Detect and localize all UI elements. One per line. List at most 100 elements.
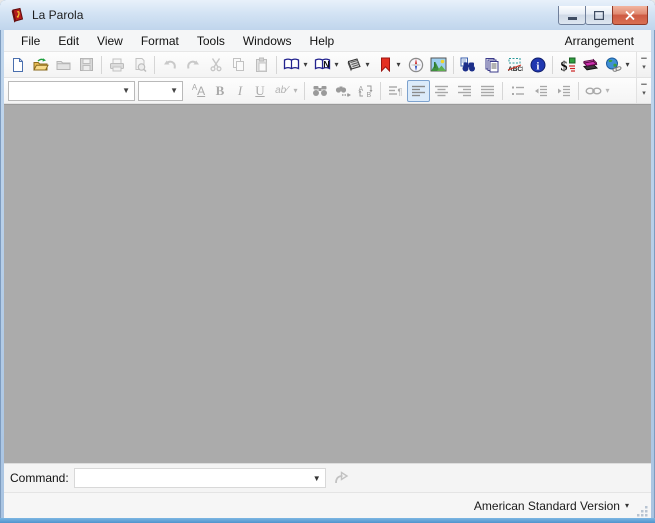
web-link-button[interactable]: [602, 54, 625, 76]
svg-text:B: B: [367, 92, 372, 98]
paste-button[interactable]: [250, 54, 273, 76]
resize-grip[interactable]: [635, 504, 649, 518]
maximize-icon: [594, 11, 604, 20]
books-button[interactable]: [579, 54, 602, 76]
increase-indent-button[interactable]: [552, 80, 575, 102]
close-icon: [625, 11, 635, 20]
menu-file[interactable]: File: [12, 31, 49, 51]
minimize-button[interactable]: [558, 6, 586, 25]
abcd-spelling-button[interactable]: ABCD: [503, 54, 526, 76]
bible-text-dropdown[interactable]: ▾: [301, 60, 310, 69]
decrease-indent-button[interactable]: [529, 80, 552, 102]
save-icon: [79, 57, 94, 72]
align-center-button[interactable]: [430, 80, 453, 102]
print-preview-button[interactable]: [128, 54, 151, 76]
info-button[interactable]: i: [526, 54, 549, 76]
close-button[interactable]: [612, 6, 648, 25]
command-combo[interactable]: ▼: [74, 468, 326, 488]
menu-arrangement[interactable]: Arrangement: [556, 31, 643, 51]
justify-button[interactable]: [476, 80, 499, 102]
bible-text-button[interactable]: [280, 54, 303, 76]
menu-edit[interactable]: Edit: [49, 31, 88, 51]
dollar-book-icon: $: [560, 57, 576, 73]
redo-icon: [185, 57, 201, 73]
formatting-marks-button[interactable]: ¶: [384, 80, 407, 102]
pictures-button[interactable]: [427, 54, 450, 76]
font-size-combo[interactable]: ▼: [138, 81, 183, 101]
menu-format[interactable]: Format: [132, 31, 188, 51]
cut-button[interactable]: [204, 54, 227, 76]
menu-help[interactable]: Help: [301, 31, 344, 51]
font-name-combo[interactable]: ▼: [8, 81, 135, 101]
bible-version-label: American Standard Version: [474, 499, 620, 513]
minimize-icon: [568, 11, 577, 20]
underline-button[interactable]: U: [250, 80, 270, 102]
maximize-button[interactable]: [585, 6, 613, 25]
toolbar-overflow-button[interactable]: ▔▾: [636, 52, 651, 77]
dictionary-button[interactable]: [342, 54, 365, 76]
align-right-icon: [458, 85, 471, 97]
menu-windows[interactable]: Windows: [234, 31, 301, 51]
overflow-arrow: ▾: [642, 65, 646, 70]
highlight-button[interactable]: ab⁄: [270, 80, 293, 102]
menu-view[interactable]: View: [88, 31, 132, 51]
bible-text-n-button[interactable]: N: [311, 54, 334, 76]
link-button[interactable]: [582, 80, 605, 102]
overflow-arrow: ▾: [642, 91, 646, 96]
globe-link-icon: [605, 57, 622, 73]
chevron-down-icon: ▼: [309, 474, 325, 483]
decrease-indent-icon: [534, 85, 548, 97]
bookmark-button[interactable]: [373, 54, 396, 76]
bible-text-n-dropdown[interactable]: ▾: [332, 60, 341, 69]
copy-pages-button[interactable]: [480, 54, 503, 76]
title-bar[interactable]: La Parola: [0, 0, 655, 30]
bold-button[interactable]: B: [210, 80, 230, 102]
replace-button[interactable]: A B: [354, 80, 377, 102]
dictionary-dropdown[interactable]: ▾: [363, 60, 372, 69]
new-document-button[interactable]: [6, 54, 29, 76]
separator: [453, 56, 454, 74]
find-next-button[interactable]: [331, 80, 354, 102]
bookmark-dropdown[interactable]: ▾: [394, 60, 403, 69]
font-button[interactable]: AA: [187, 80, 210, 102]
web-link-dropdown[interactable]: ▾: [623, 60, 632, 69]
highlight-dropdown[interactable]: ▾: [291, 86, 300, 95]
print-button[interactable]: [105, 54, 128, 76]
copy-button[interactable]: [227, 54, 250, 76]
highlight-icon: ab⁄: [275, 85, 288, 96]
run-command-button[interactable]: [330, 467, 352, 489]
redo-button[interactable]: [181, 54, 204, 76]
strongs-numbers-button[interactable]: $: [556, 54, 579, 76]
open-book-n-icon: N: [314, 57, 331, 72]
chevron-down-icon: ▼: [118, 86, 134, 95]
align-left-button[interactable]: [407, 80, 430, 102]
format-toolbar: ▼ ▼ AA B I U ab⁄ ▾: [4, 78, 651, 104]
separator: [101, 56, 102, 74]
close-folder-button[interactable]: [52, 54, 75, 76]
italic-button[interactable]: I: [230, 80, 250, 102]
separator: [154, 56, 155, 74]
save-button[interactable]: [75, 54, 98, 76]
chevron-down-icon: ▾: [625, 501, 629, 510]
find-next-icon: [335, 85, 351, 97]
find-button[interactable]: [308, 80, 331, 102]
bible-version-selector[interactable]: American Standard Version ▾: [470, 497, 633, 515]
compass-icon: [408, 57, 424, 73]
align-right-button[interactable]: [453, 80, 476, 102]
dictionary-book-icon: [346, 57, 362, 72]
bookmark-icon: [379, 57, 391, 72]
link-dropdown[interactable]: ▾: [603, 86, 612, 95]
bullet-list-button[interactable]: [506, 80, 529, 102]
command-input[interactable]: [75, 470, 309, 486]
increase-indent-icon: [557, 85, 571, 97]
align-center-icon: [435, 85, 448, 97]
menu-bar: File Edit View Format Tools Windows Help…: [4, 30, 651, 52]
open-button[interactable]: [29, 54, 52, 76]
print-preview-icon: [132, 57, 148, 73]
search-in-books-button[interactable]: [457, 54, 480, 76]
toolbar-overflow-button[interactable]: ▔▾: [636, 78, 651, 103]
compass-button[interactable]: [404, 54, 427, 76]
undo-button[interactable]: [158, 54, 181, 76]
open-folder-icon: [32, 57, 49, 73]
menu-tools[interactable]: Tools: [188, 31, 234, 51]
